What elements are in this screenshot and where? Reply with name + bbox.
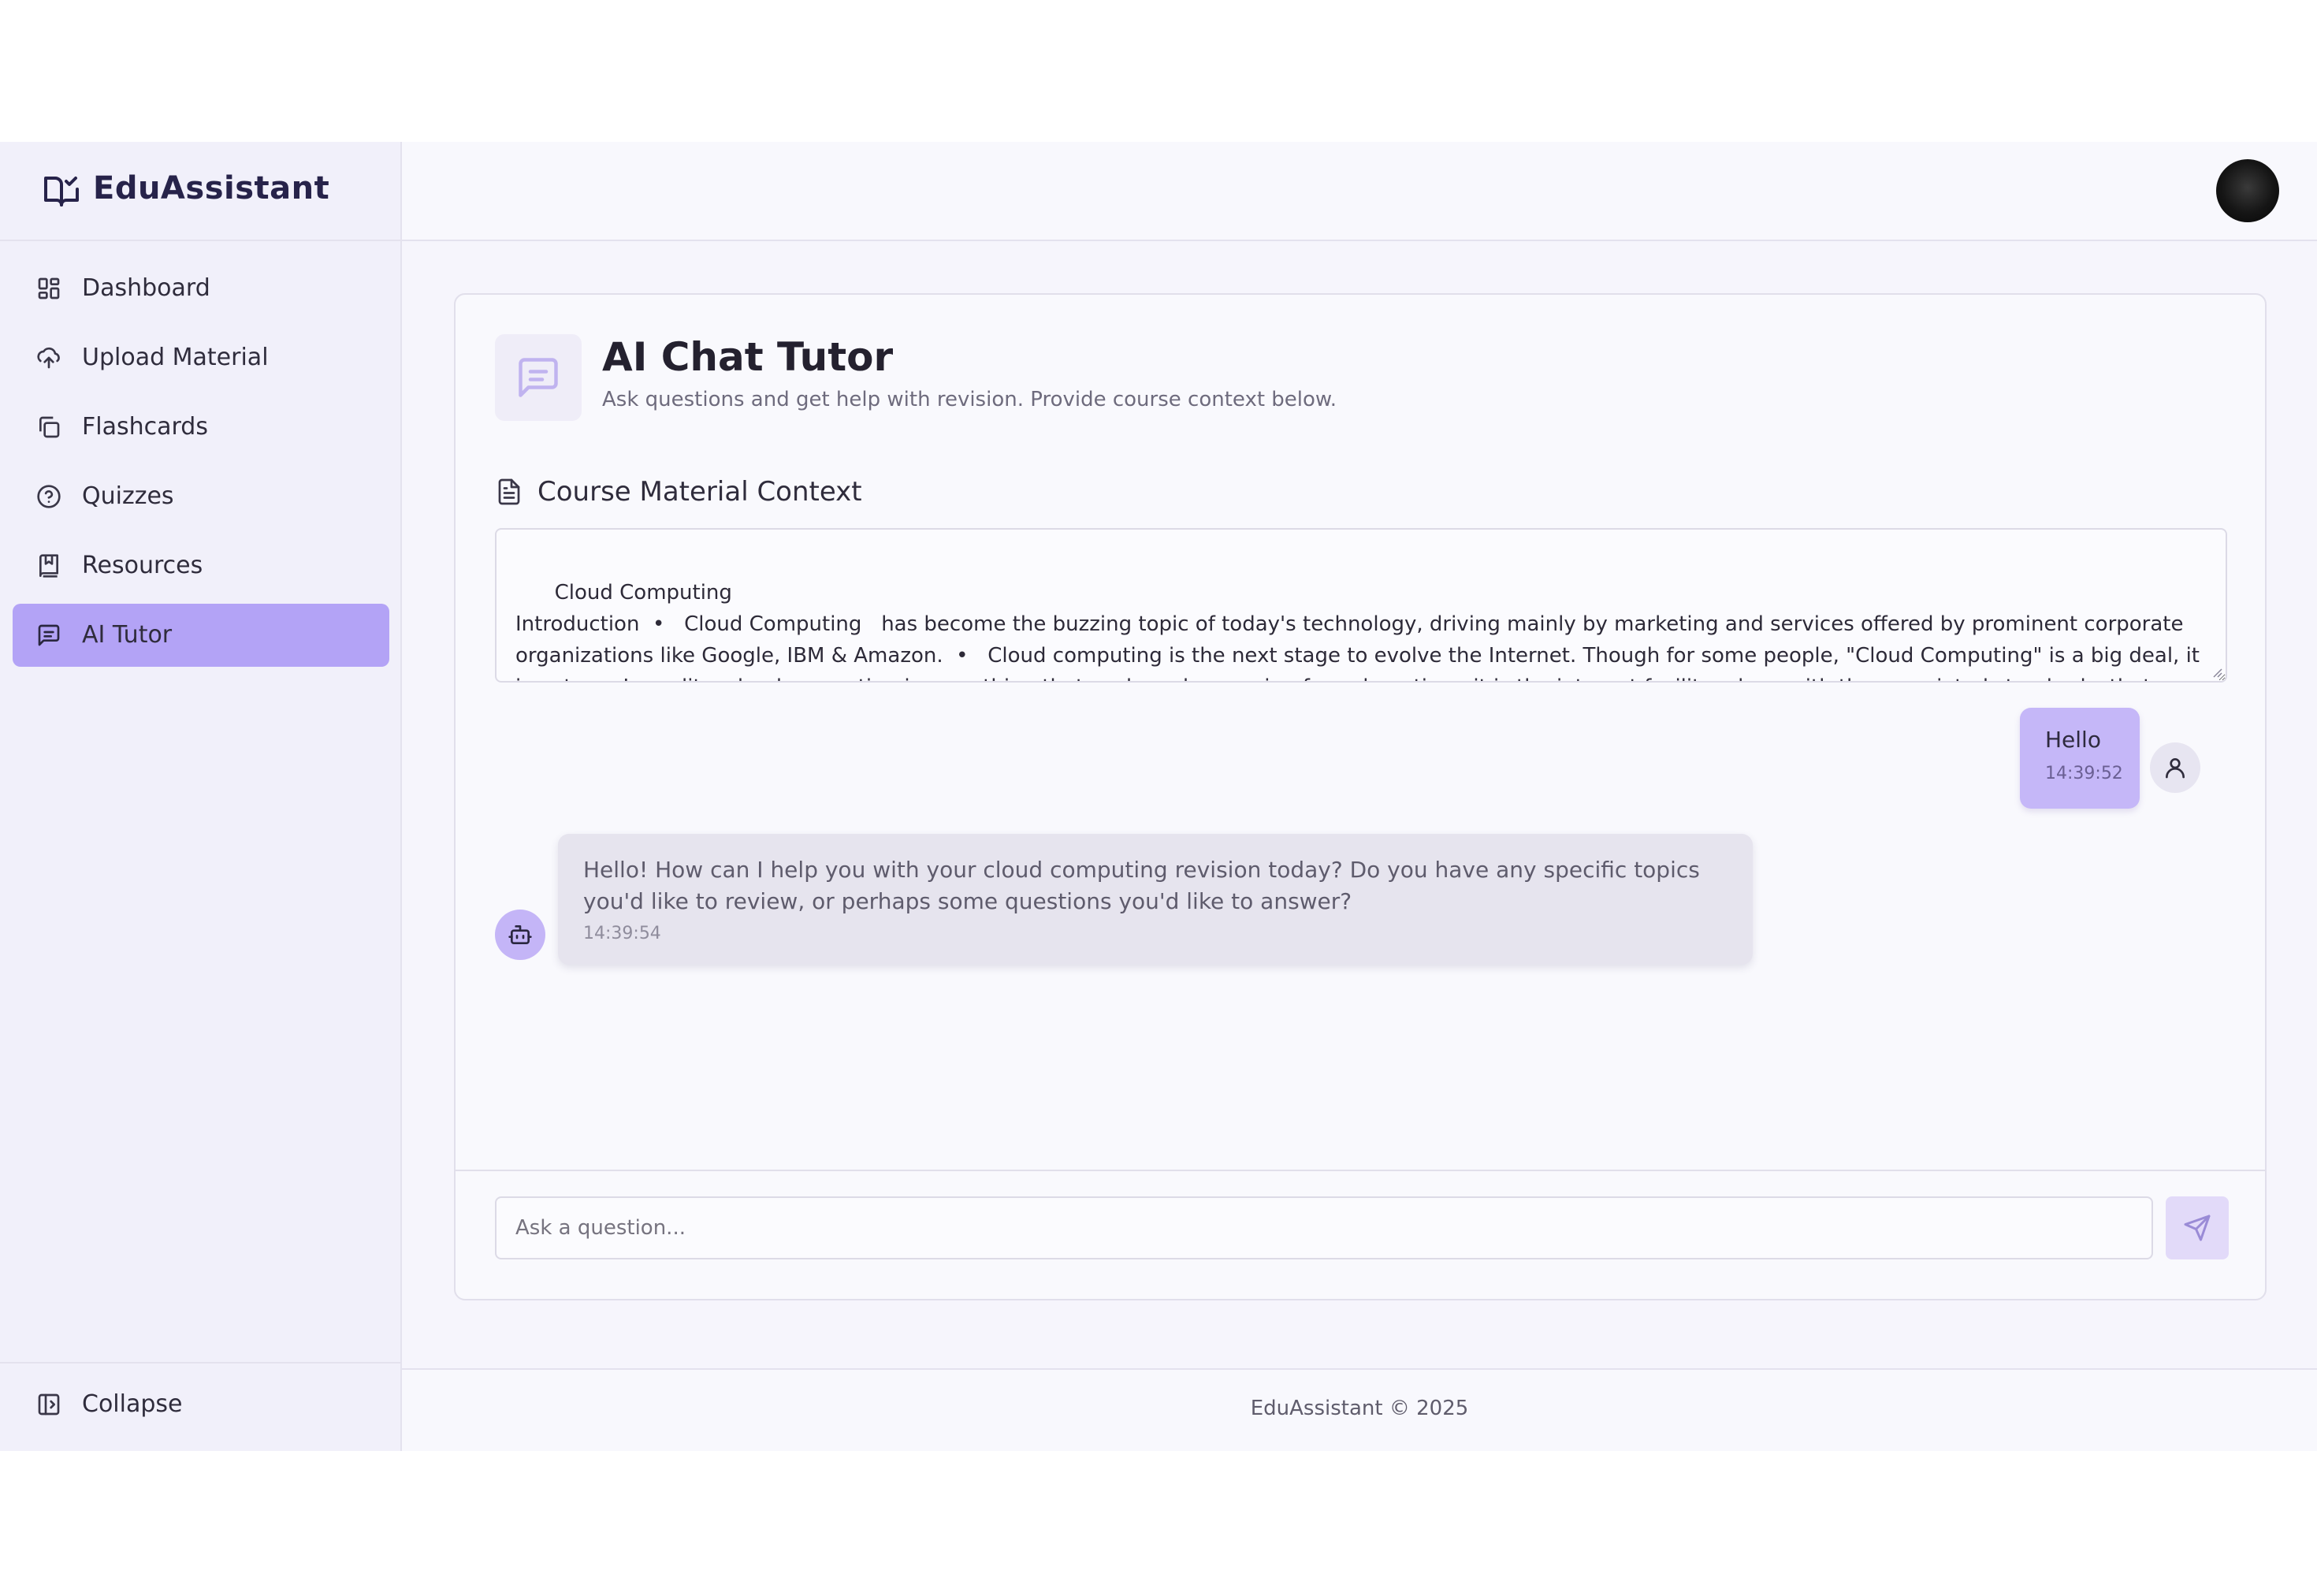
chat-input-bar bbox=[456, 1170, 2265, 1300]
app-shell: EduAssistant Dashboard Upload Material F… bbox=[0, 142, 2317, 1451]
sidebar-item-label: Resources bbox=[82, 552, 203, 579]
copy-icon bbox=[39, 416, 60, 438]
topbar bbox=[402, 142, 2317, 241]
panel-collapse-icon bbox=[38, 1393, 60, 1416]
footer: EduAssistant © 2025 bbox=[402, 1368, 2317, 1451]
help-circle-icon bbox=[37, 485, 61, 508]
send-button[interactable] bbox=[2166, 1196, 2229, 1259]
chat-card: AI Chat Tutor Ask questions and get help… bbox=[454, 293, 2267, 1300]
send-icon bbox=[2184, 1215, 2211, 1241]
sidebar-item-label: Flashcards bbox=[82, 413, 208, 441]
assistant-message-bubble: Hello! How can I help you with your clou… bbox=[558, 834, 1753, 965]
context-label: Course Material Context bbox=[537, 476, 862, 508]
sidebar-item-quizzes[interactable]: Quizzes bbox=[13, 465, 389, 528]
sidebar-item-label: Quizzes bbox=[82, 482, 174, 510]
page-title: AI Chat Tutor bbox=[602, 334, 894, 380]
header-icon-box bbox=[495, 334, 582, 421]
sidebar-item-upload-material[interactable]: Upload Material bbox=[13, 326, 389, 389]
sidebar-item-resources[interactable]: Resources bbox=[13, 534, 389, 597]
sidebar-item-dashboard[interactable]: Dashboard bbox=[13, 257, 389, 320]
user-message-bubble: Hello 14:39:52 bbox=[2020, 708, 2140, 809]
bookmark-book-icon bbox=[39, 554, 58, 578]
message-timestamp: 14:39:54 bbox=[583, 924, 661, 943]
dashboard-icon bbox=[38, 277, 60, 299]
chat-icon bbox=[519, 358, 558, 397]
message-text: Hello! How can I help you with your clou… bbox=[583, 857, 1700, 914]
sidebar-item-label: Upload Material bbox=[82, 344, 269, 371]
resize-grip-icon[interactable] bbox=[2211, 667, 2222, 678]
sidebar-item-flashcards[interactable]: Flashcards bbox=[13, 396, 389, 459]
user-icon bbox=[2166, 758, 2185, 779]
chat-input[interactable] bbox=[495, 1196, 2153, 1259]
sidebar: EduAssistant Dashboard Upload Material F… bbox=[0, 142, 402, 1451]
assistant-avatar bbox=[495, 910, 545, 960]
page-subtitle: Ask questions and get help with revision… bbox=[602, 388, 1337, 411]
book-check-logo-icon bbox=[44, 177, 79, 206]
message-text: Hello bbox=[2045, 727, 2101, 753]
brand-name: EduAssistant bbox=[93, 170, 330, 206]
file-text-icon bbox=[498, 478, 520, 505]
bot-icon bbox=[508, 925, 532, 944]
chat-icon bbox=[38, 624, 60, 646]
sidebar-item-label: AI Tutor bbox=[82, 621, 173, 649]
brand[interactable]: EduAssistant bbox=[0, 142, 400, 241]
sidebar-item-ai-tutor[interactable]: AI Tutor bbox=[13, 604, 389, 667]
sidebar-nav: Dashboard Upload Material Flashcards Qui… bbox=[13, 257, 389, 673]
course-context-textarea[interactable]: Cloud Computing Introduction • Cloud Com… bbox=[495, 528, 2227, 683]
collapse-button[interactable]: Collapse bbox=[0, 1362, 400, 1451]
avatar[interactable] bbox=[2216, 159, 2279, 222]
message-timestamp: 14:39:52 bbox=[2045, 764, 2123, 783]
sidebar-item-label: Dashboard bbox=[82, 274, 210, 302]
user-avatar bbox=[2150, 742, 2200, 793]
upload-cloud-icon bbox=[37, 347, 60, 369]
course-context-text: Cloud Computing Introduction • Cloud Com… bbox=[515, 581, 2200, 681]
collapse-label: Collapse bbox=[82, 1390, 183, 1418]
footer-text: EduAssistant © 2025 bbox=[1250, 1397, 1469, 1420]
